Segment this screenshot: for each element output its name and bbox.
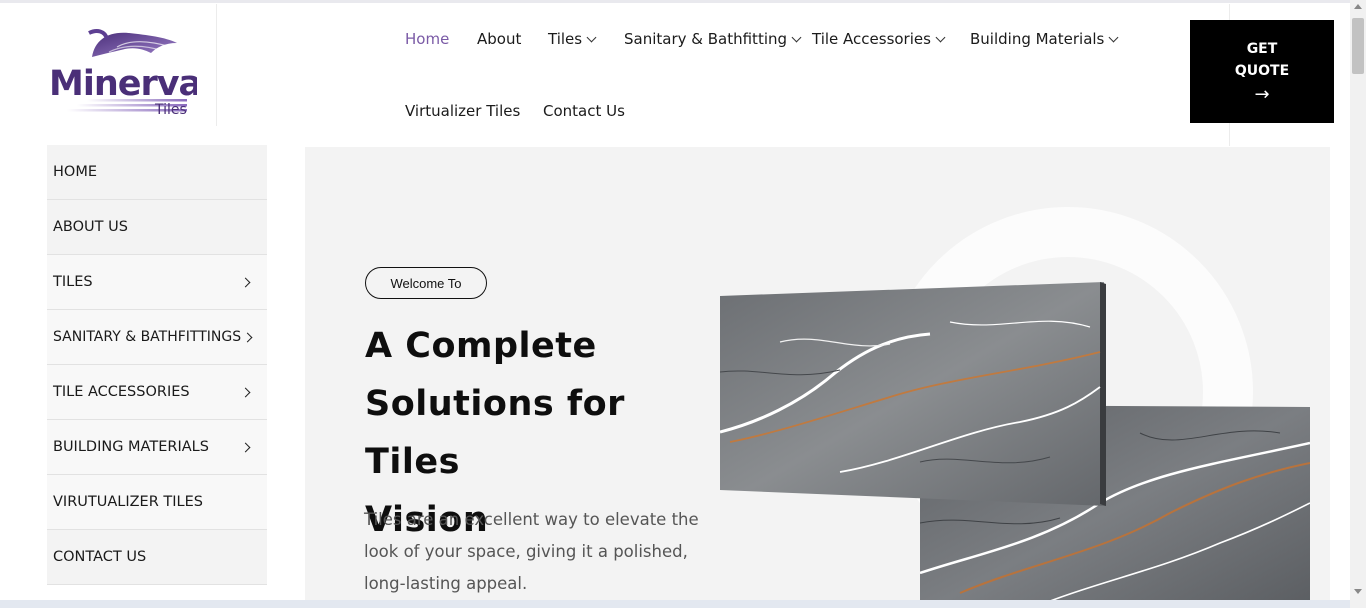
chevron-right-icon [242, 332, 253, 343]
headline-line-1: A Complete [365, 326, 597, 366]
nav-about-label: About [477, 30, 522, 48]
nav-virtualizer-tiles[interactable]: Virtualizer Tiles [405, 102, 520, 120]
nav-virtualizer-label: Virtualizer Tiles [405, 102, 521, 120]
sidebar-item-label: CONTACT US [53, 549, 147, 565]
sidebar-item-about-us[interactable]: ABOUT US [47, 200, 267, 255]
nav-home[interactable]: Home [405, 30, 449, 48]
sidebar-item-label: HOME [53, 164, 97, 180]
hero-description: Tiles are an excellent way to elevate th… [364, 510, 699, 593]
nav-home-label: Home [405, 30, 450, 48]
marble-tile-image [720, 282, 1106, 506]
nav-building-materials[interactable]: Building Materials [970, 30, 1119, 48]
quote-line1: GET [1246, 40, 1278, 57]
sidebar-item-tile-accessories[interactable]: TILE ACCESSORIES [47, 365, 267, 420]
scroll-down-icon[interactable] [1354, 589, 1362, 594]
sidebar-item-virtualizer-tiles[interactable]: VIRUTUALIZER TILES [47, 475, 267, 530]
headline-line-2: Solutions for Tiles [365, 384, 625, 482]
get-quote-button[interactable]: GET QUOTE → [1190, 20, 1334, 123]
hero-section: Welcome To A Complete Solutions for Tile… [305, 147, 1330, 608]
chevron-right-icon [240, 442, 251, 453]
nav-sanitary[interactable]: Sanitary & Bathfitting [624, 30, 802, 48]
scrollbar-thumb[interactable] [1352, 18, 1364, 74]
nav-sanitary-label: Sanitary & Bathfitting [624, 30, 788, 48]
bottom-strip [0, 600, 1350, 608]
sidebar-item-contact-us[interactable]: CONTACT US [47, 530, 267, 585]
chevron-down-icon [1108, 32, 1119, 43]
quote-line2: QUOTE [1234, 62, 1290, 79]
logo-brand-text: Minerva [49, 64, 197, 104]
logo-sub-text: Tiles [154, 102, 187, 118]
sidebar-item-label: BUILDING MATERIALS [53, 439, 209, 455]
sidebar-menu: HOME ABOUT US TILES SANITARY & BATHFITTI… [47, 145, 267, 585]
arrow-right-icon: → [1254, 83, 1270, 105]
nav-tiles[interactable]: Tiles [548, 30, 597, 48]
nav-building-materials-label: Building Materials [970, 30, 1105, 48]
sidebar-item-building-materials[interactable]: BUILDING MATERIALS [47, 420, 267, 475]
sidebar-item-label: SANITARY & BATHFITTINGS [53, 329, 242, 345]
sidebar-item-label: VIRUTUALIZER TILES [53, 494, 203, 510]
nav-tiles-label: Tiles [548, 30, 583, 48]
site-logo[interactable]: Minerva Tiles [47, 25, 202, 120]
nav-contact-us[interactable]: Contact Us [543, 102, 625, 120]
welcome-badge: Welcome To [365, 267, 487, 299]
scrollbar-track[interactable] [1350, 0, 1366, 608]
nav-tile-accessories-label: Tile Accessories [812, 30, 931, 48]
chevron-down-icon [586, 32, 597, 43]
nav-contact-label: Contact Us [543, 102, 625, 120]
sidebar-item-sanitary[interactable]: SANITARY & BATHFITTINGS [47, 310, 267, 365]
sidebar-item-label: TILE ACCESSORIES [53, 384, 190, 400]
chevron-down-icon [791, 32, 802, 43]
chevron-right-icon [240, 277, 251, 288]
sidebar-item-label: ABOUT US [53, 219, 128, 235]
top-border [0, 0, 1350, 3]
nav-about[interactable]: About [477, 30, 521, 48]
minerva-logo-icon: Minerva Tiles [49, 29, 202, 118]
sidebar-item-label: TILES [53, 274, 93, 290]
scroll-up-icon[interactable] [1354, 4, 1362, 9]
logo-divider [216, 4, 217, 126]
chevron-down-icon [935, 32, 946, 43]
nav-tile-accessories[interactable]: Tile Accessories [812, 30, 946, 48]
sidebar-item-home[interactable]: HOME [47, 145, 267, 200]
chevron-right-icon [240, 387, 251, 398]
sidebar-item-tiles[interactable]: TILES [47, 255, 267, 310]
